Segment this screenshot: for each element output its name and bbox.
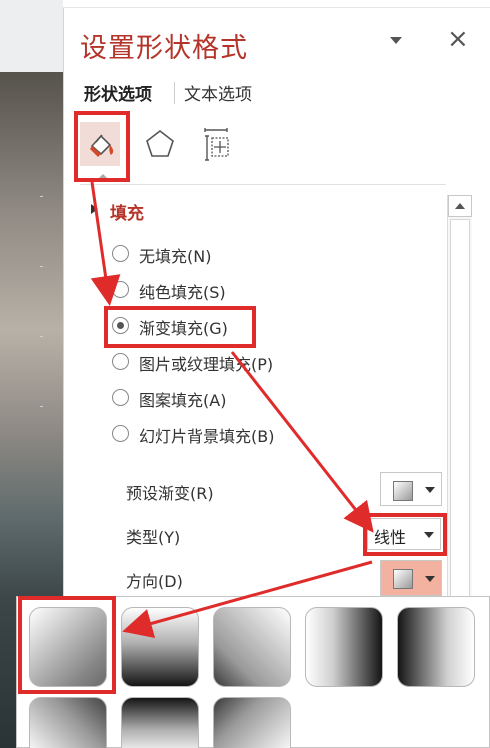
ruler-tick (40, 266, 43, 267)
ruler-tick (40, 406, 43, 407)
pane-scrollbar[interactable] (447, 195, 472, 605)
radio-no-fill[interactable] (112, 245, 129, 262)
close-icon[interactable]: × (447, 26, 469, 52)
header-divider (80, 184, 446, 185)
fill-section-title[interactable]: 填充 (110, 199, 144, 224)
radio-picture-fill[interactable] (112, 353, 129, 370)
ruler-tick (40, 196, 43, 197)
tab-shape-options[interactable]: 形状选项 (84, 80, 152, 105)
annotation-box-gradient-fill (104, 306, 256, 348)
scroll-thumb[interactable] (450, 219, 470, 599)
radio-solid-fill[interactable] (112, 281, 129, 298)
radio-label-solid-fill[interactable]: 纯色填充(S) (139, 279, 226, 303)
gallery-tile-linear-diagonal-bottom-left[interactable] (29, 697, 107, 748)
gallery-tile-linear-diagonal-bottom-right[interactable] (213, 697, 291, 748)
radio-slide-background-fill[interactable] (112, 425, 129, 442)
gallery-tile-linear-right[interactable] (305, 607, 383, 687)
pane-title: 设置形状格式 (80, 33, 248, 64)
chevron-down-icon (425, 576, 435, 582)
gallery-tile-linear-diagonal-top-right[interactable] (213, 607, 291, 687)
slide-canvas-top (0, 0, 63, 72)
ruler-tick (40, 336, 43, 337)
annotation-box-fill-icon (74, 111, 130, 182)
gradient-swatch (393, 481, 413, 501)
section-collapse-icon[interactable] (91, 204, 98, 214)
preset-gradient-label: 预设渐变(R) (126, 484, 214, 503)
radio-label-picture-fill[interactable]: 图片或纹理填充(P) (139, 351, 273, 375)
pane-options-icon[interactable] (390, 37, 402, 44)
effects-button[interactable] (140, 122, 180, 166)
effects-pentagon-icon (146, 129, 174, 157)
direction-label: 方向(D) (126, 572, 183, 591)
gallery-tile-linear-down[interactable] (121, 607, 199, 687)
gallery-tile-linear-left[interactable] (397, 607, 475, 687)
preset-gradient-dropdown[interactable] (380, 472, 442, 506)
window-top-strip (63, 0, 490, 8)
scroll-up-icon[interactable] (448, 195, 472, 217)
size-properties-button[interactable] (196, 122, 236, 166)
radio-label-pattern-fill[interactable]: 图案填充(A) (139, 387, 226, 411)
direction-dropdown[interactable] (380, 560, 442, 596)
chevron-down-icon (425, 487, 435, 493)
gradient-swatch (393, 569, 413, 589)
radio-pattern-fill[interactable] (112, 389, 129, 406)
radio-label-no-fill[interactable]: 无填充(N) (139, 243, 211, 267)
gallery-tile-linear-up[interactable] (121, 697, 199, 748)
tab-text-options[interactable]: 文本选项 (184, 80, 252, 105)
type-label: 类型(Y) (126, 528, 181, 547)
tab-separator (174, 82, 175, 104)
annotation-box-first-tile (18, 596, 116, 694)
size-properties-icon (204, 128, 229, 161)
annotation-box-type (363, 513, 447, 556)
radio-label-slide-background-fill[interactable]: 幻灯片背景填充(B) (139, 423, 274, 447)
